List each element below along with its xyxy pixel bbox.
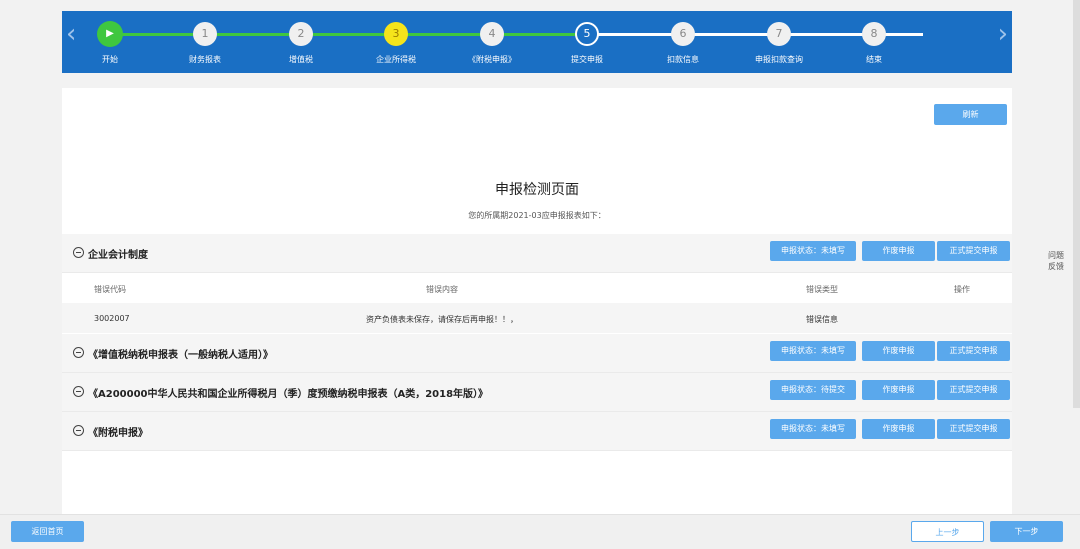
column-header: 错误类型: [806, 285, 838, 294]
step-label: 提交申报: [571, 55, 603, 64]
step-label: 结束: [866, 55, 882, 64]
prev-step-button[interactable]: 上一步: [911, 521, 984, 542]
section-title[interactable]: 《附税申报》: [88, 424, 148, 439]
status-button[interactable]: 申报状态：未填写: [770, 341, 856, 361]
step-4[interactable]: 4 《附税申报》: [447, 11, 537, 73]
void-declaration-button[interactable]: 作废申报: [862, 419, 935, 439]
step-label: 增值税: [289, 55, 313, 64]
step-number: 2: [289, 22, 313, 46]
error-code: 3002007: [94, 314, 130, 323]
void-declaration-button[interactable]: 作废申报: [862, 380, 935, 400]
play-icon: ▶: [97, 21, 123, 47]
submit-declaration-button[interactable]: 正式提交申报: [937, 241, 1010, 261]
table-row: 3002007 资产负债表未保存，请保存后再申报！！， 错误信息: [62, 303, 1012, 333]
declaration-section: 《增值税纳税申报表（一般纳税人适用）》 申报状态：未填写 作废申报 正式提交申报: [62, 334, 1012, 373]
step-number: 7: [767, 22, 791, 46]
collapse-icon[interactable]: [73, 347, 84, 358]
step-2[interactable]: 2 增值税: [256, 11, 346, 73]
step-bar: ‹ › ▶ 开始 1 财务报表 2 增值税 3 企业所得税 4 《附税申报》 5…: [62, 11, 1012, 73]
void-declaration-button[interactable]: 作废申报: [862, 241, 935, 261]
collapse-icon[interactable]: [73, 386, 84, 397]
step-label: 财务报表: [189, 55, 221, 64]
status-button[interactable]: 申报状态：未填写: [770, 419, 856, 439]
error-content: 资产负债表未保存，请保存后再申报！！，: [366, 315, 518, 324]
error-table-header: 错误代码 错误内容 错误类型 操作: [62, 273, 1012, 303]
next-arrow-icon[interactable]: ›: [998, 21, 1008, 47]
refresh-button[interactable]: 刷新: [934, 104, 1007, 125]
step-label: 开始: [102, 55, 118, 64]
section-title[interactable]: 《A200000中华人民共和国企业所得税月（季）度预缴纳税申报表（A类，2018…: [88, 385, 488, 400]
section-title[interactable]: 《增值税纳税申报表（一般纳税人适用）》: [88, 346, 273, 361]
step-6[interactable]: 6 扣款信息: [638, 11, 728, 73]
step-label: 企业所得税: [376, 55, 416, 64]
step-1[interactable]: 1 财务报表: [160, 11, 250, 73]
submit-declaration-button[interactable]: 正式提交申报: [937, 419, 1010, 439]
section-title[interactable]: 企业会计制度: [88, 246, 148, 261]
step-number: 8: [862, 22, 886, 46]
collapse-icon[interactable]: [73, 247, 84, 258]
next-step-button[interactable]: 下一步: [990, 521, 1063, 542]
status-button[interactable]: 申报状态：待提交: [770, 380, 856, 400]
declaration-section: 企业会计制度 申报状态：未填写 作废申报 正式提交申报: [62, 234, 1012, 273]
step-number: 5: [575, 22, 599, 46]
footer-bar: 返回首页 上一步 下一步: [0, 514, 1080, 549]
back-home-button[interactable]: 返回首页: [11, 521, 84, 542]
main-panel: 刷新 申报检测页面 您的所属期2021-03应申报报表如下： 企业会计制度 申报…: [62, 88, 1012, 514]
column-header: 错误代码: [94, 285, 126, 294]
step-label: 《附税申报》: [468, 55, 516, 64]
step-7[interactable]: 7 申报扣款查询: [734, 11, 824, 73]
step-number: 1: [193, 22, 217, 46]
scrollbar[interactable]: [1073, 0, 1080, 408]
void-declaration-button[interactable]: 作废申报: [862, 341, 935, 361]
status-button[interactable]: 申报状态：未填写: [770, 241, 856, 261]
declaration-section: 《附税申报》 申报状态：未填写 作废申报 正式提交申报: [62, 412, 1012, 451]
step-number: 6: [671, 22, 695, 46]
column-header: 错误内容: [426, 285, 458, 294]
step-start[interactable]: ▶ 开始: [65, 11, 155, 73]
column-header: 操作: [954, 285, 970, 294]
step-number: 3: [384, 22, 408, 46]
submit-declaration-button[interactable]: 正式提交申报: [937, 380, 1010, 400]
step-8[interactable]: 8 结束: [829, 11, 919, 73]
submit-declaration-button[interactable]: 正式提交申报: [937, 341, 1010, 361]
step-3[interactable]: 3 企业所得税: [351, 11, 441, 73]
step-number: 4: [480, 22, 504, 46]
feedback-link[interactable]: 问题反馈: [1045, 250, 1067, 272]
page-subtitle: 您的所属期2021-03应申报报表如下：: [468, 211, 606, 220]
step-label: 扣款信息: [667, 55, 699, 64]
step-label: 申报扣款查询: [755, 55, 803, 64]
page-title: 申报检测页面: [495, 182, 579, 198]
declaration-section: 《A200000中华人民共和国企业所得税月（季）度预缴纳税申报表（A类，2018…: [62, 373, 1012, 412]
error-type: 错误信息: [806, 315, 838, 324]
collapse-icon[interactable]: [73, 425, 84, 436]
step-5[interactable]: 5 提交申报: [542, 11, 632, 73]
